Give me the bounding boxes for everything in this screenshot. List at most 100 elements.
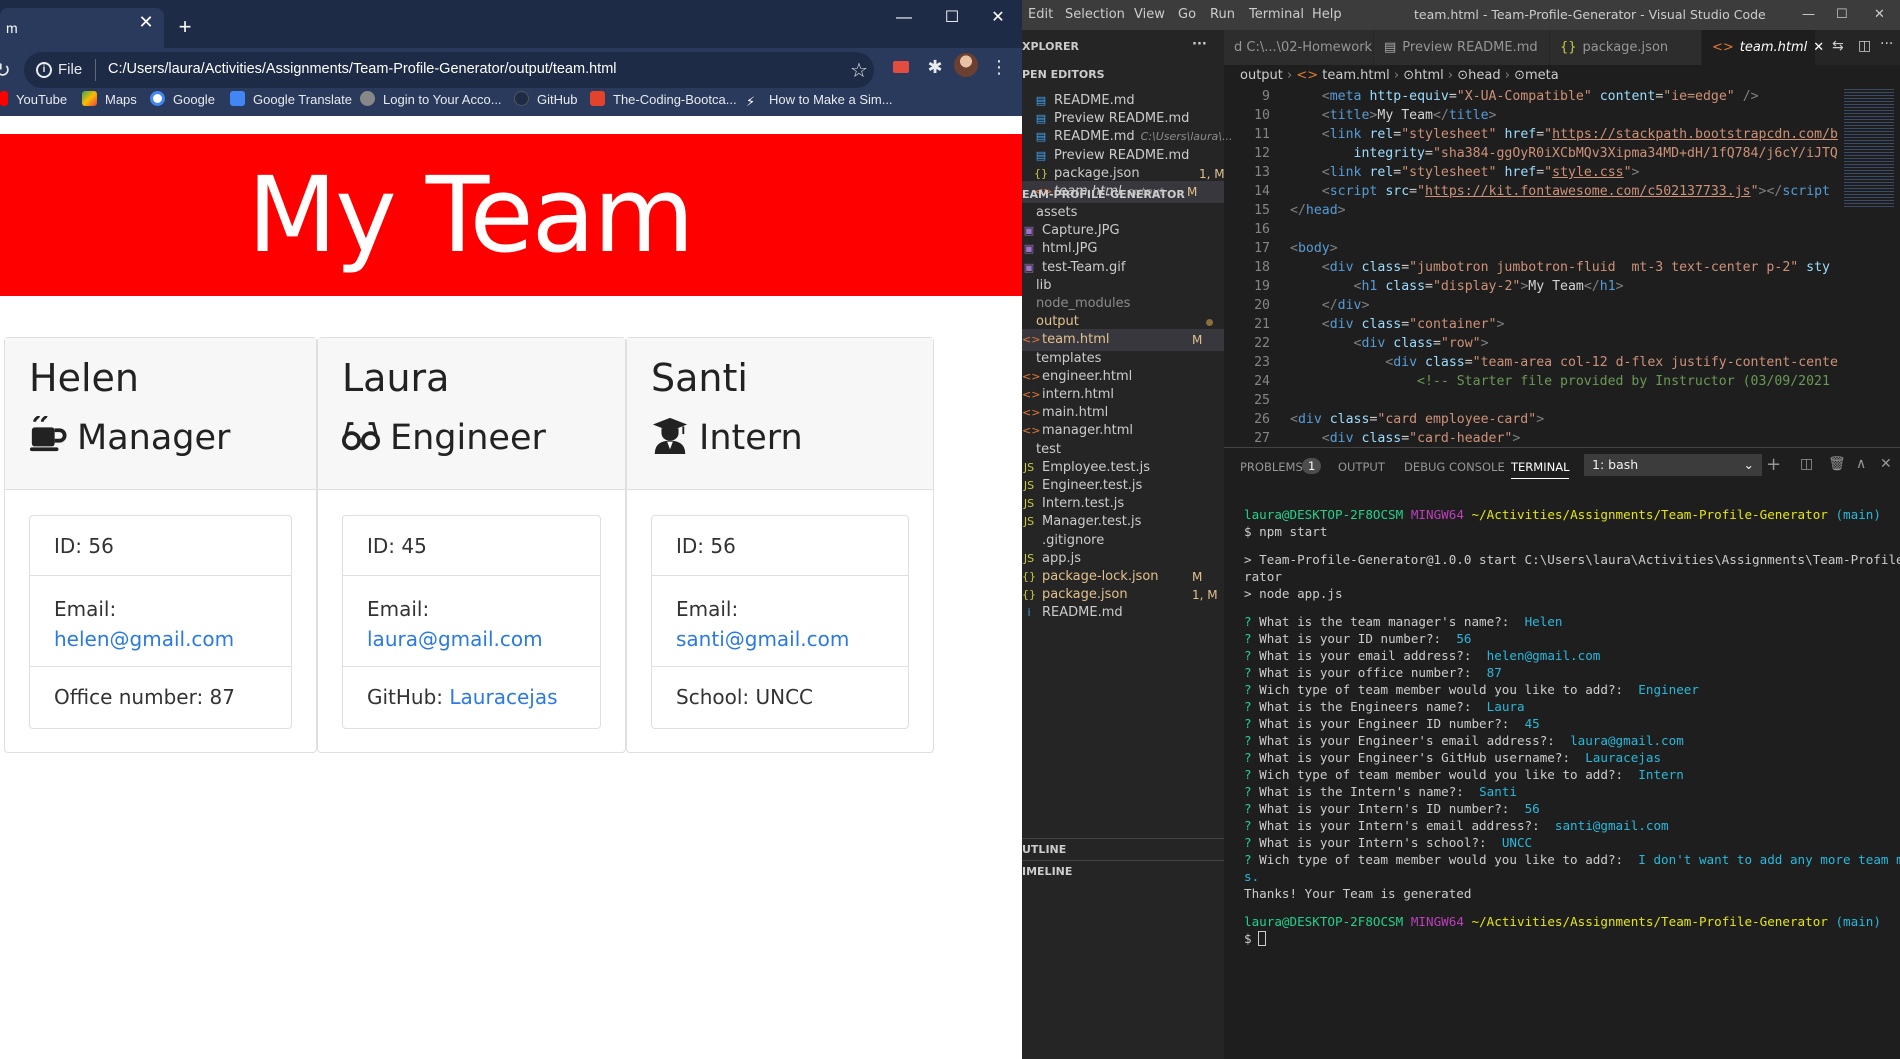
compare-icon[interactable]: ⇆ xyxy=(1832,38,1844,54)
menu-view[interactable]: View xyxy=(1134,7,1165,22)
puzzle-icon[interactable]: ✱ xyxy=(922,54,948,80)
divider xyxy=(95,59,96,81)
menu-edit[interactable]: Edit xyxy=(1028,7,1053,22)
reload-icon[interactable]: ↻ xyxy=(0,58,11,83)
tag-icon: ⊙ xyxy=(1457,68,1469,83)
url-text[interactable]: C:/Users/laura/Activities/Assignments/Te… xyxy=(108,61,617,77)
title-bar: Edit Selection View Go Run Terminal Help… xyxy=(1022,0,1900,30)
terminal-prompt: laura@DESKTOP-2F8OCSM MINGW64 ~/Activiti… xyxy=(1244,507,1881,522)
tab-terminal[interactable]: TERMINAL xyxy=(1511,460,1570,479)
tab-package-json[interactable]: {} package.json xyxy=(1550,30,1702,65)
menu-selection[interactable]: Selection xyxy=(1065,7,1125,22)
minimap[interactable] xyxy=(1840,87,1900,447)
employee-card-intern: Santi Intern ID: 56 Email: santi@gmail.co… xyxy=(626,337,934,753)
employee-id: ID: 56 xyxy=(30,516,291,576)
tab-homework[interactable]: d C:\...\02-Homework xyxy=(1224,30,1374,65)
github-link[interactable]: Lauracejas xyxy=(449,685,557,709)
employee-email: Email: laura@gmail.com xyxy=(343,576,600,667)
code-editor[interactable]: 9 <meta http-equiv="X-UA-Compatible" con… xyxy=(1224,87,1840,447)
employee-email: Email: helen@gmail.com xyxy=(30,576,291,667)
modified-dot xyxy=(1206,319,1213,327)
file-tree-item[interactable]: i README.md xyxy=(1022,602,1122,624)
tab-output[interactable]: OUTPUT xyxy=(1338,460,1385,474)
terminal-line: > node app.js xyxy=(1244,586,1343,601)
close-tab-icon[interactable]: ✕ xyxy=(134,10,158,34)
terminal-select[interactable]: 1: bash ⌄ xyxy=(1584,454,1762,476)
bookmark-google-translate[interactable]: Google Translate xyxy=(230,86,352,114)
minimize-icon[interactable]: — xyxy=(882,6,926,30)
terminal-qa-line: ? What is your ID number?: 56 xyxy=(1244,631,1472,646)
timeline-header[interactable]: IMELINE xyxy=(1022,860,1224,882)
crumb-html[interactable]: html xyxy=(1414,68,1444,83)
maximize-icon[interactable]: ☐ xyxy=(1836,7,1848,22)
crumb-team-html[interactable]: team.html xyxy=(1322,68,1389,83)
terminal-line: > Team-Profile-Generator@1.0.0 start C:\… xyxy=(1244,552,1900,567)
bookmark-google[interactable]: Google xyxy=(150,86,215,114)
detail-list: ID: 45 Email: laura@gmail.com GitHub: Lau… xyxy=(342,515,601,729)
open-editors-header[interactable]: PEN EDITORS xyxy=(1022,64,1105,86)
mug-icon xyxy=(29,416,67,452)
terminal-input-line[interactable]: $ xyxy=(1244,930,1266,947)
office-number: Office number: 87 xyxy=(54,685,235,709)
terminal-qa-line: ? What is your Engineer's email address?… xyxy=(1244,733,1684,748)
terminal-qa-line: ? What is your Intern's ID number?: 56 xyxy=(1244,801,1540,816)
menu-terminal[interactable]: Terminal xyxy=(1249,7,1304,22)
gitlab-icon xyxy=(590,91,605,106)
address-bar[interactable]: i File C:/Users/laura/Activities/Assignm… xyxy=(24,52,874,88)
tab-problems[interactable]: PROBLEMS xyxy=(1240,460,1303,474)
terminal-prompt: laura@DESKTOP-2F8OCSM MINGW64 ~/Activiti… xyxy=(1244,914,1881,929)
tab-preview-readme[interactable]: ▤ Preview README.md xyxy=(1374,30,1550,65)
split-terminal-icon[interactable]: ◫ xyxy=(1800,456,1813,472)
minimize-icon[interactable]: — xyxy=(1802,7,1815,22)
bottom-panel: PROBLEMS 1 OUTPUT DEBUG CONSOLE TERMINAL… xyxy=(1224,447,1900,1059)
bookmark-coding-bootcamp[interactable]: The-Coding-Bootca... xyxy=(590,86,737,114)
terminal-qa-line: ? Wich type of team member would you lik… xyxy=(1244,852,1900,867)
more-actions-icon[interactable]: ··· xyxy=(1880,36,1893,52)
tab-debug-console[interactable]: DEBUG CONSOLE xyxy=(1404,460,1505,474)
crumb-meta[interactable]: meta xyxy=(1525,68,1559,83)
crumb-head[interactable]: head xyxy=(1468,68,1500,83)
terminal-line: $ npm start xyxy=(1244,524,1328,539)
lightning-icon: ⚡ xyxy=(746,94,756,109)
bookmark-star-icon[interactable]: ☆ xyxy=(850,58,868,83)
close-panel-icon[interactable]: ✕ xyxy=(1880,456,1892,472)
email-link[interactable]: santi@gmail.com xyxy=(676,627,849,651)
crumb-output[interactable]: output xyxy=(1240,68,1283,83)
more-actions-icon[interactable]: ··· xyxy=(1192,34,1207,56)
employee-role: Manager xyxy=(29,416,230,458)
close-tab-icon[interactable]: ✕ xyxy=(1813,40,1824,55)
bookmark-login[interactable]: Login to Your Acco... xyxy=(360,86,502,114)
bookmark-github[interactable]: GitHub xyxy=(514,86,577,114)
close-window-icon[interactable]: ✕ xyxy=(1874,7,1885,22)
terminal-line: s. xyxy=(1244,869,1260,884)
browser-window: m ✕ + — ☐ ✕ ↻ i File C:/Users/laura/Acti… xyxy=(0,0,1022,1059)
extension-cast-icon[interactable] xyxy=(888,54,914,80)
maximize-icon[interactable]: ☐ xyxy=(930,6,974,30)
page-content: My Team Helen Manager ID: 56 Email: helen… xyxy=(0,116,1022,1059)
bookmark-how-to[interactable]: ⚡ How to Make a Sim... xyxy=(746,86,893,114)
menu-run[interactable]: Run xyxy=(1210,7,1235,22)
tab-team-html[interactable]: <> team.html ✕ xyxy=(1702,30,1824,65)
breadcrumb: output › <> team.html › ⊙html › ⊙head › … xyxy=(1240,68,1559,83)
bookmark-maps[interactable]: Maps xyxy=(82,86,137,114)
menu-icon[interactable]: ⋮ xyxy=(986,54,1012,80)
close-window-icon[interactable]: ✕ xyxy=(976,6,1020,30)
avatar[interactable] xyxy=(954,53,978,77)
email-link[interactable]: helen@gmail.com xyxy=(54,627,234,651)
email-link[interactable]: laura@gmail.com xyxy=(367,627,543,651)
new-tab-icon[interactable]: + xyxy=(172,14,198,40)
github-icon xyxy=(514,91,529,106)
bookmark-youtube[interactable]: YouTube xyxy=(0,86,67,114)
info-icon[interactable]: i xyxy=(36,62,52,78)
globe-icon xyxy=(360,91,375,106)
split-editor-icon[interactable]: ◫ xyxy=(1858,38,1871,54)
outline-header[interactable]: UTLINE xyxy=(1022,838,1224,860)
menu-go[interactable]: Go xyxy=(1178,7,1196,22)
menu-help[interactable]: Help xyxy=(1312,7,1342,22)
html-icon: <> xyxy=(1712,40,1734,55)
problems-count-badge: 1 xyxy=(1302,458,1322,474)
panel-tabs: PROBLEMS 1 OUTPUT DEBUG CONSOLE TERMINAL… xyxy=(1224,448,1900,484)
trash-icon[interactable]: 🗑 xyxy=(1828,456,1846,472)
add-terminal-icon[interactable]: + xyxy=(1766,454,1781,475)
maximize-panel-icon[interactable]: ∧ xyxy=(1856,456,1866,472)
